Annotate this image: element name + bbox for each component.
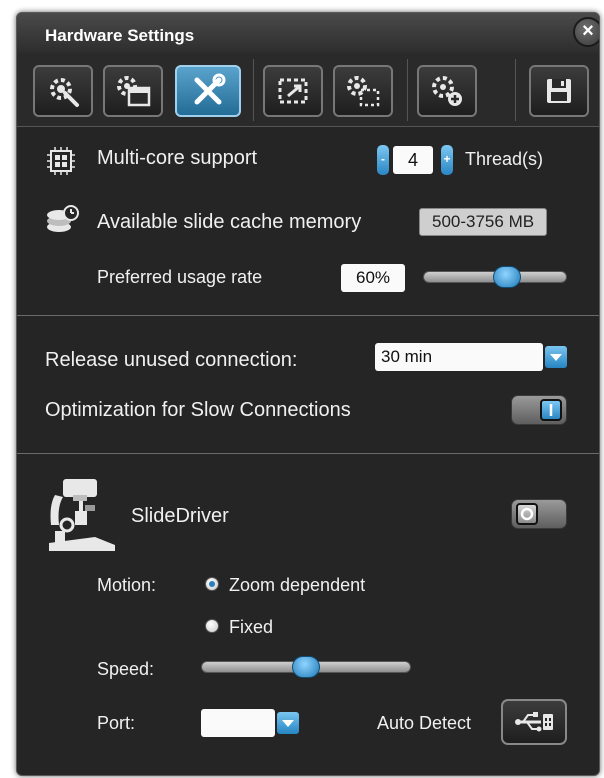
release-connection-select[interactable]: 30 min [375, 343, 543, 371]
auto-detect-button[interactable] [501, 699, 567, 745]
toolbar-separator [253, 59, 254, 121]
toolbar-separator [515, 59, 516, 121]
usage-rate-slider-thumb[interactable] [492, 266, 521, 288]
slidedriver-toggle[interactable] [511, 499, 567, 529]
cache-memory-label: Available slide cache memory [97, 211, 362, 233]
region-settings-button[interactable] [263, 65, 323, 117]
region-select-icon [278, 78, 308, 104]
power-on-icon [549, 404, 553, 416]
motion-fixed-radio[interactable] [205, 619, 219, 633]
title-bar[interactable]: Hardware Settings [17, 13, 599, 53]
auto-detect-label: Auto Detect [377, 713, 472, 733]
threads-value[interactable]: 4 [393, 146, 433, 174]
usage-rate-value[interactable]: 60% [341, 264, 405, 292]
threads-decrement-button[interactable]: - [377, 145, 389, 175]
save-icon [547, 79, 571, 103]
gear-plus-icon [432, 76, 462, 106]
gear-region-icon [347, 76, 380, 107]
threads-unit-label: Thread(s) [465, 149, 544, 169]
chevron-down-icon [550, 354, 562, 361]
gear-window-icon [117, 76, 151, 107]
power-off-icon [520, 507, 534, 521]
section-divider [17, 453, 599, 454]
motion-zoom-dependent-radio[interactable] [205, 577, 219, 591]
motion-label: Motion: [97, 575, 157, 595]
microscope-device-icon [49, 479, 115, 551]
cache-range-value: 500-3756 MB [419, 208, 548, 236]
toggle-on-knob [540, 399, 562, 421]
slow-connection-toggle[interactable] [511, 395, 567, 425]
speed-slider-thumb[interactable] [292, 656, 320, 678]
gear-wrench-icon [50, 78, 79, 107]
toolbar-separator [407, 59, 408, 121]
close-button[interactable]: × [573, 17, 599, 47]
dialog-title: Hardware Settings [45, 26, 195, 45]
memory-disk-icon [47, 205, 79, 232]
plugin-settings-button[interactable] [417, 65, 477, 117]
motion-fixed-label[interactable]: Fixed [229, 617, 273, 638]
slow-connection-optimization-label: Optimization for Slow Connections [45, 399, 351, 421]
multicore-label: Multi-core support [97, 147, 258, 169]
slidedriver-label: SlideDriver [131, 505, 229, 527]
view-settings-button[interactable] [103, 65, 163, 117]
port-dropdown-button[interactable] [277, 712, 299, 734]
close-icon: × [582, 20, 594, 42]
tools-icon [194, 73, 226, 105]
release-connection-label: Release unused connection: [45, 349, 298, 371]
general-settings-button[interactable] [33, 65, 93, 117]
speed-label: Speed: [97, 659, 155, 679]
cpu-chip-icon [47, 147, 75, 175]
usage-rate-label: Preferred usage rate [97, 267, 263, 287]
hardware-settings-dialog: Hardware Settings Multi-core support - 4… [16, 12, 600, 776]
hardware-settings-tab-button[interactable] [175, 65, 241, 117]
motion-zoom-dependent-label[interactable]: Zoom dependent [229, 575, 365, 596]
section-divider [17, 315, 599, 316]
release-connection-dropdown-button[interactable] [545, 346, 567, 368]
chevron-down-icon [282, 720, 294, 727]
threads-increment-button[interactable]: + [441, 145, 453, 175]
usb-icon [515, 712, 553, 732]
settings-toolbar [17, 53, 599, 127]
port-label: Port: [97, 713, 136, 733]
save-settings-button[interactable] [529, 65, 589, 117]
port-select[interactable] [201, 709, 275, 737]
annotation-settings-button[interactable] [333, 65, 393, 117]
toggle-off-knob [516, 503, 538, 525]
